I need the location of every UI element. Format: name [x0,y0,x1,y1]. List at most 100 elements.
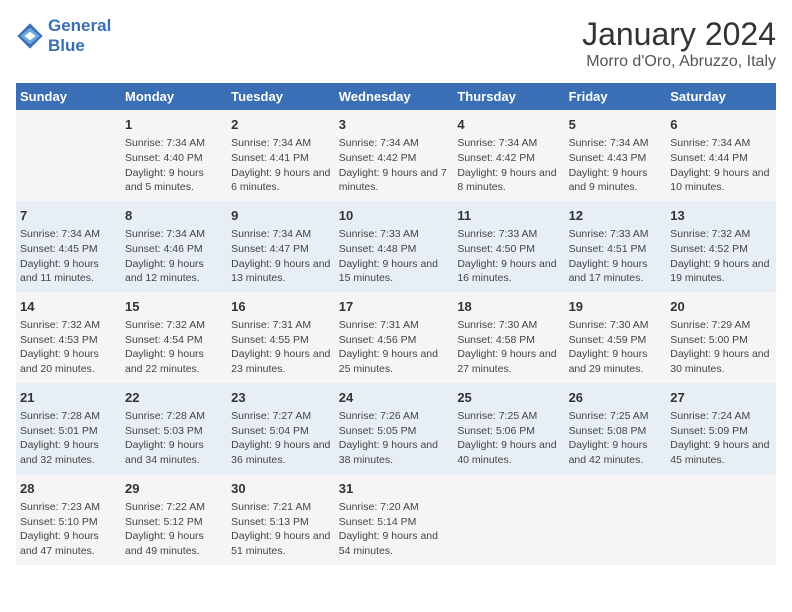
day-info: Sunrise: 7:25 AMSunset: 5:06 PMDaylight:… [457,409,560,468]
day-info: Sunrise: 7:34 AMSunset: 4:42 PMDaylight:… [339,136,450,195]
logo: General Blue [16,16,111,56]
day-info: Sunrise: 7:34 AMSunset: 4:42 PMDaylight:… [457,136,560,195]
header-saturday: Saturday [666,83,776,110]
calendar-week-4: 21 Sunrise: 7:28 AMSunset: 5:01 PMDayligh… [16,383,776,474]
day-number: 14 [20,298,117,316]
day-info: Sunrise: 7:31 AMSunset: 4:55 PMDaylight:… [231,318,331,377]
calendar-cell: 31 Sunrise: 7:20 AMSunset: 5:14 PMDayligh… [335,474,454,565]
day-info: Sunrise: 7:25 AMSunset: 5:08 PMDaylight:… [569,409,663,468]
day-number: 9 [231,207,331,225]
page-subtitle: Morro d'Oro, Abruzzo, Italy [582,53,776,71]
calendar-cell: 25 Sunrise: 7:25 AMSunset: 5:06 PMDayligh… [453,383,564,474]
calendar-cell: 9 Sunrise: 7:34 AMSunset: 4:47 PMDaylight… [227,201,335,292]
day-number: 24 [339,389,450,407]
day-info: Sunrise: 7:32 AMSunset: 4:53 PMDaylight:… [20,318,117,377]
day-info: Sunrise: 7:33 AMSunset: 4:50 PMDaylight:… [457,227,560,286]
day-number: 28 [20,480,117,498]
day-number: 11 [457,207,560,225]
day-info: Sunrise: 7:20 AMSunset: 5:14 PMDaylight:… [339,500,450,559]
calendar-cell [453,474,564,565]
calendar-cell: 22 Sunrise: 7:28 AMSunset: 5:03 PMDayligh… [121,383,227,474]
day-number: 25 [457,389,560,407]
day-number: 5 [569,116,663,134]
day-info: Sunrise: 7:33 AMSunset: 4:51 PMDaylight:… [569,227,663,286]
day-number: 20 [670,298,772,316]
day-info: Sunrise: 7:34 AMSunset: 4:47 PMDaylight:… [231,227,331,286]
day-info: Sunrise: 7:34 AMSunset: 4:44 PMDaylight:… [670,136,772,195]
day-number: 30 [231,480,331,498]
day-info: Sunrise: 7:21 AMSunset: 5:13 PMDaylight:… [231,500,331,559]
day-number: 22 [125,389,223,407]
day-number: 7 [20,207,117,225]
day-info: Sunrise: 7:29 AMSunset: 5:00 PMDaylight:… [670,318,772,377]
header-monday: Monday [121,83,227,110]
day-info: Sunrise: 7:26 AMSunset: 5:05 PMDaylight:… [339,409,450,468]
day-info: Sunrise: 7:28 AMSunset: 5:01 PMDaylight:… [20,409,117,468]
day-number: 1 [125,116,223,134]
calendar-cell: 4 Sunrise: 7:34 AMSunset: 4:42 PMDaylight… [453,110,564,201]
calendar-week-5: 28 Sunrise: 7:23 AMSunset: 5:10 PMDayligh… [16,474,776,565]
day-number: 6 [670,116,772,134]
day-info: Sunrise: 7:30 AMSunset: 4:59 PMDaylight:… [569,318,663,377]
day-info: Sunrise: 7:24 AMSunset: 5:09 PMDaylight:… [670,409,772,468]
header-tuesday: Tuesday [227,83,335,110]
calendar-table: SundayMondayTuesdayWednesdayThursdayFrid… [16,83,776,565]
day-info: Sunrise: 7:34 AMSunset: 4:43 PMDaylight:… [569,136,663,195]
calendar-cell [666,474,776,565]
calendar-cell: 18 Sunrise: 7:30 AMSunset: 4:58 PMDayligh… [453,292,564,383]
day-number: 2 [231,116,331,134]
day-number: 31 [339,480,450,498]
day-info: Sunrise: 7:23 AMSunset: 5:10 PMDaylight:… [20,500,117,559]
day-number: 21 [20,389,117,407]
day-info: Sunrise: 7:34 AMSunset: 4:46 PMDaylight:… [125,227,223,286]
day-number: 17 [339,298,450,316]
day-number: 27 [670,389,772,407]
page-header: General Blue January 2024 Morro d'Oro, A… [16,16,776,71]
page-title: January 2024 [582,16,776,53]
day-number: 4 [457,116,560,134]
day-info: Sunrise: 7:30 AMSunset: 4:58 PMDaylight:… [457,318,560,377]
day-number: 19 [569,298,663,316]
title-area: January 2024 Morro d'Oro, Abruzzo, Italy [582,16,776,71]
calendar-cell: 27 Sunrise: 7:24 AMSunset: 5:09 PMDayligh… [666,383,776,474]
calendar-cell: 28 Sunrise: 7:23 AMSunset: 5:10 PMDayligh… [16,474,121,565]
day-number: 26 [569,389,663,407]
day-number: 3 [339,116,450,134]
calendar-week-1: 1 Sunrise: 7:34 AMSunset: 4:40 PMDaylight… [16,110,776,201]
day-info: Sunrise: 7:34 AMSunset: 4:40 PMDaylight:… [125,136,223,195]
calendar-header-row: SundayMondayTuesdayWednesdayThursdayFrid… [16,83,776,110]
day-info: Sunrise: 7:33 AMSunset: 4:48 PMDaylight:… [339,227,450,286]
day-number: 15 [125,298,223,316]
calendar-cell: 21 Sunrise: 7:28 AMSunset: 5:01 PMDayligh… [16,383,121,474]
calendar-cell: 26 Sunrise: 7:25 AMSunset: 5:08 PMDayligh… [565,383,667,474]
calendar-cell: 10 Sunrise: 7:33 AMSunset: 4:48 PMDayligh… [335,201,454,292]
day-info: Sunrise: 7:32 AMSunset: 4:52 PMDaylight:… [670,227,772,286]
day-number: 23 [231,389,331,407]
logo-text: General Blue [48,16,111,56]
logo-icon [16,22,44,50]
header-wednesday: Wednesday [335,83,454,110]
day-info: Sunrise: 7:28 AMSunset: 5:03 PMDaylight:… [125,409,223,468]
day-number: 29 [125,480,223,498]
calendar-cell [16,110,121,201]
day-info: Sunrise: 7:31 AMSunset: 4:56 PMDaylight:… [339,318,450,377]
day-number: 8 [125,207,223,225]
calendar-cell: 11 Sunrise: 7:33 AMSunset: 4:50 PMDayligh… [453,201,564,292]
day-number: 12 [569,207,663,225]
calendar-cell: 7Sunrise: 7:34 AMSunset: 4:45 PMDaylight… [16,201,121,292]
calendar-cell: 2Sunrise: 7:34 AMSunset: 4:41 PMDaylight… [227,110,335,201]
calendar-cell: 8 Sunrise: 7:34 AMSunset: 4:46 PMDaylight… [121,201,227,292]
calendar-cell: 14 Sunrise: 7:32 AMSunset: 4:53 PMDayligh… [16,292,121,383]
header-thursday: Thursday [453,83,564,110]
header-friday: Friday [565,83,667,110]
day-number: 18 [457,298,560,316]
day-info: Sunrise: 7:32 AMSunset: 4:54 PMDaylight:… [125,318,223,377]
day-number: 10 [339,207,450,225]
calendar-cell: 5 Sunrise: 7:34 AMSunset: 4:43 PMDaylight… [565,110,667,201]
calendar-cell [565,474,667,565]
header-sunday: Sunday [16,83,121,110]
calendar-cell: 3 Sunrise: 7:34 AMSunset: 4:42 PMDaylight… [335,110,454,201]
calendar-cell: 12 Sunrise: 7:33 AMSunset: 4:51 PMDayligh… [565,201,667,292]
calendar-cell: 23Sunrise: 7:27 AMSunset: 5:04 PMDayligh… [227,383,335,474]
calendar-cell: 19 Sunrise: 7:30 AMSunset: 4:59 PMDayligh… [565,292,667,383]
